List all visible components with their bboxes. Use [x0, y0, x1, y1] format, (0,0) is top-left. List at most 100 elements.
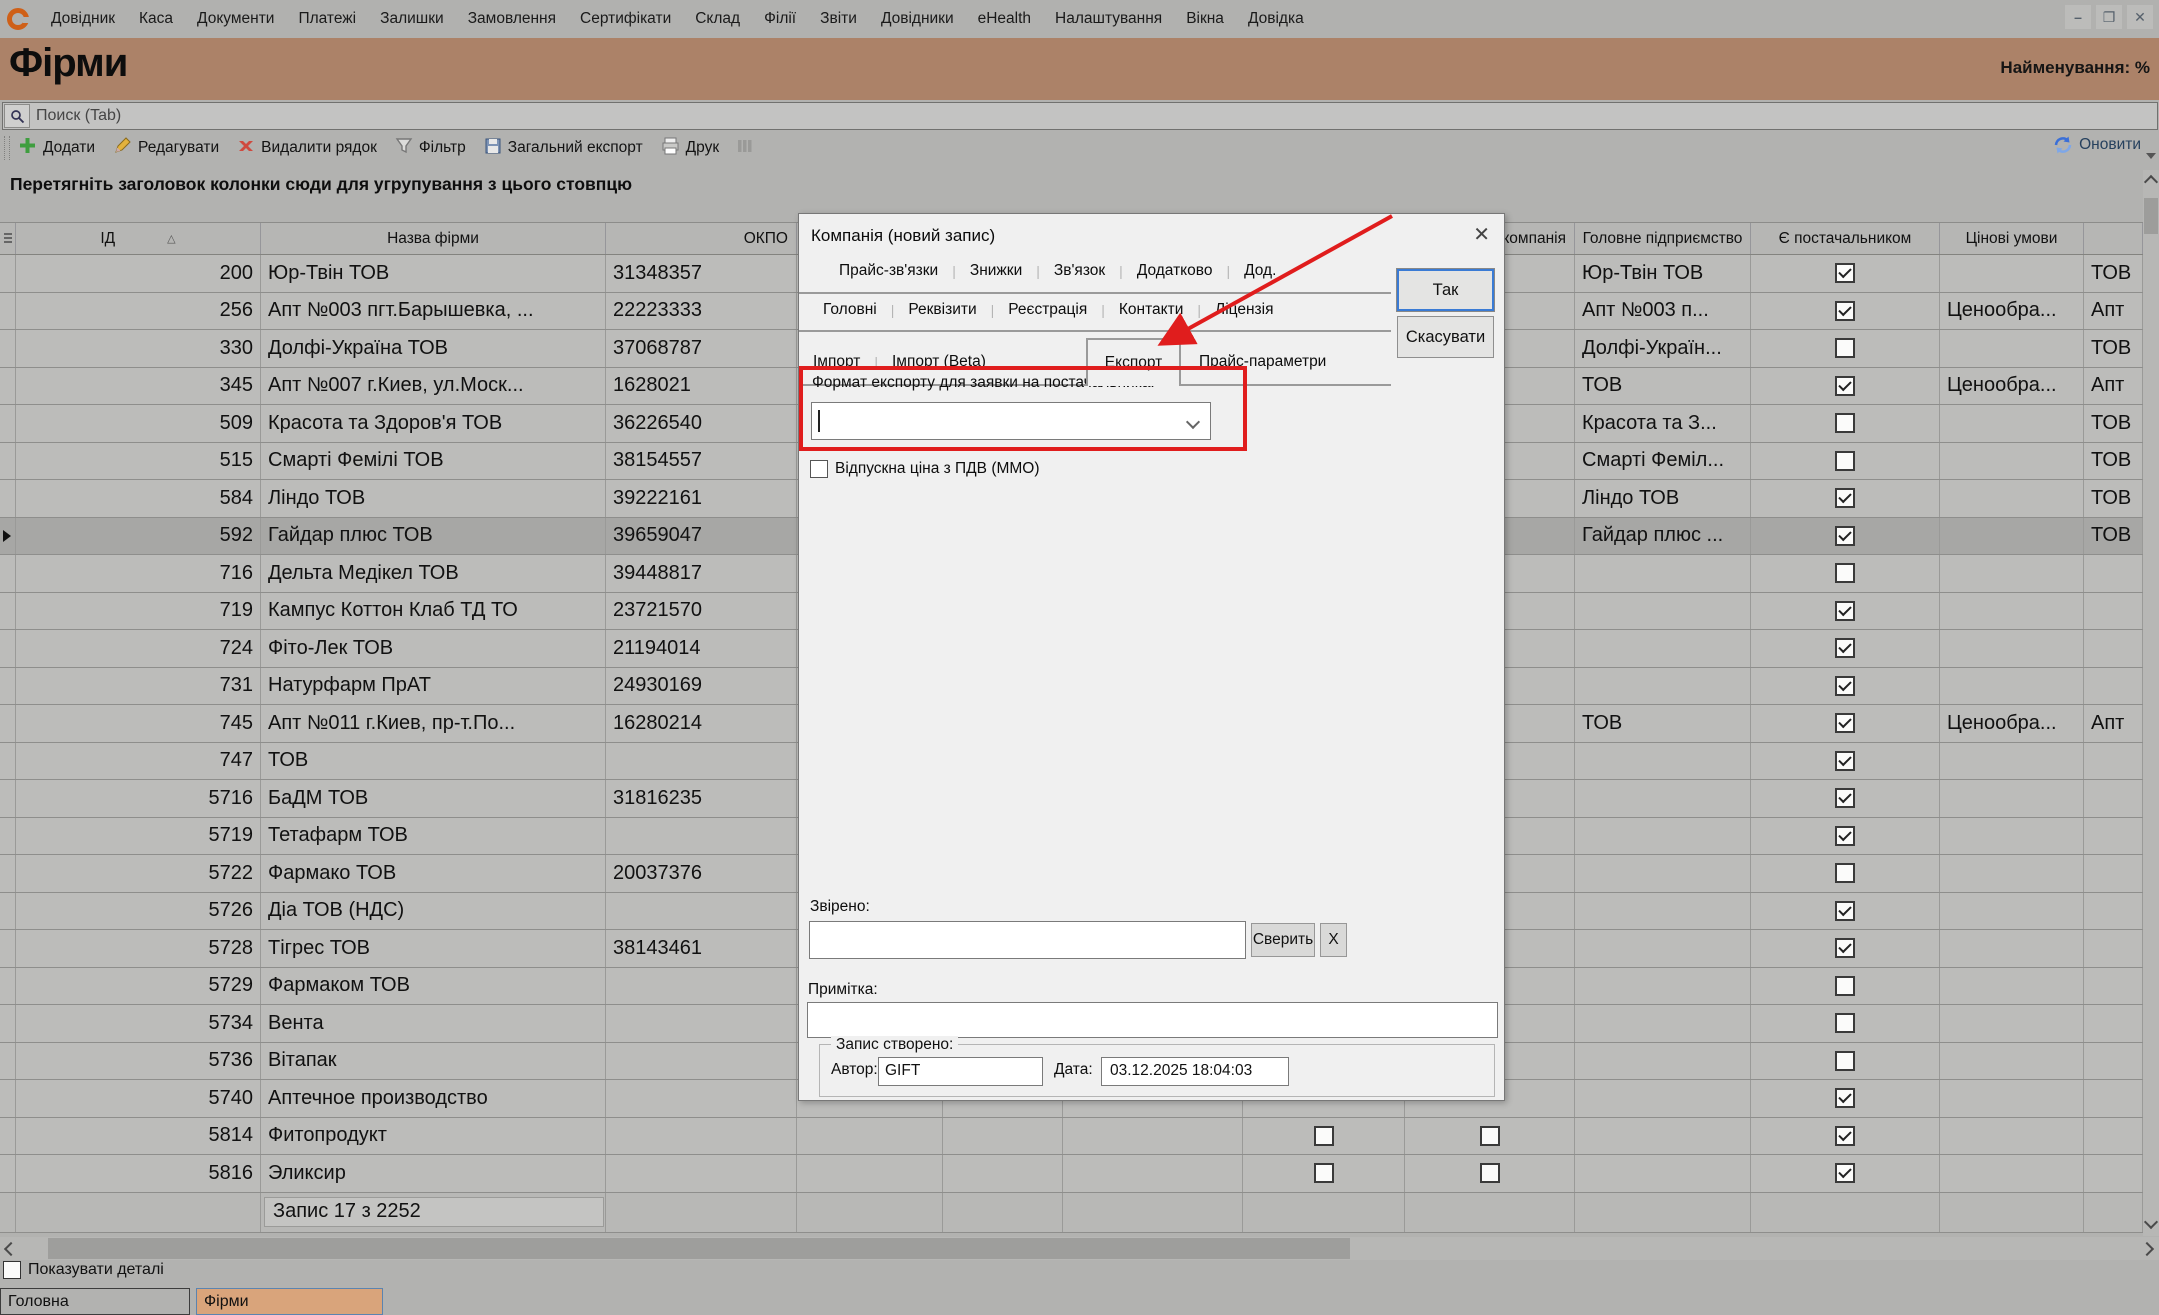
cell-okpo[interactable]: 21194014 [606, 630, 797, 667]
cell-parent[interactable] [1575, 1080, 1751, 1117]
cell-parent[interactable]: Гайдар плюс ... [1575, 518, 1751, 555]
restore-button[interactable]: ❐ [2096, 5, 2122, 29]
scroll-down-icon[interactable] [2143, 1212, 2159, 1232]
cell-name[interactable]: Діа ТОВ (НДС) [261, 893, 606, 930]
cell-okpo[interactable]: 39222161 [606, 480, 797, 517]
checkbox-cba-unchecked[interactable] [1314, 1126, 1334, 1146]
cell-type[interactable]: Апт [2084, 368, 2143, 405]
cell-id[interactable]: 5740 [16, 1080, 261, 1117]
cell-type[interactable] [2084, 1080, 2143, 1117]
cell-parent[interactable]: Юр-Твін ТОВ [1575, 255, 1751, 292]
checkbox-supplier-unchecked[interactable] [1835, 563, 1855, 583]
menu-item-4[interactable]: Платежі [286, 0, 368, 38]
cell-parent[interactable]: Красота та З... [1575, 405, 1751, 442]
cell-okpo[interactable] [606, 968, 797, 1005]
cell-id[interactable]: 5716 [16, 780, 261, 817]
checkbox-company-unchecked[interactable] [1480, 1126, 1500, 1146]
tab-r3r-1[interactable]: Прайс-параметри [1199, 353, 1326, 371]
tab-export[interactable]: Експорт [1086, 338, 1181, 386]
toolbar-button-Друк[interactable]: Друк [661, 137, 719, 160]
cell-parent[interactable] [1575, 855, 1751, 892]
refresh-button[interactable]: Оновити [2053, 135, 2141, 155]
cell-id[interactable]: 592 [16, 518, 261, 555]
horizontal-scroll-thumb[interactable] [48, 1238, 1350, 1259]
cell-h1[interactable] [797, 1155, 943, 1192]
cell-h2[interactable] [943, 1155, 1063, 1192]
cell-name[interactable]: ТОВ [261, 743, 606, 780]
cell-parent[interactable] [1575, 593, 1751, 630]
verified-field[interactable] [809, 921, 1246, 959]
cell-okpo[interactable] [606, 1043, 797, 1080]
cell-okpo[interactable]: 37068787 [606, 330, 797, 367]
cell-parent[interactable] [1575, 555, 1751, 592]
menu-item-13[interactable]: Налаштування [1043, 0, 1174, 38]
cell-ind[interactable] [0, 818, 16, 855]
bottom-tab-Головна[interactable]: Головна [0, 1288, 190, 1315]
cell-price[interactable] [1940, 668, 2084, 705]
cell-okpo[interactable]: 39448817 [606, 555, 797, 592]
menu-item-7[interactable]: Сертифікати [568, 0, 683, 38]
cell-name[interactable]: Апт №011 г.Киев, пр-т.По... [261, 705, 606, 742]
cell-parent[interactable] [1575, 1005, 1751, 1042]
cell-okpo[interactable]: 16280214 [606, 705, 797, 742]
vertical-scroll-thumb[interactable] [2144, 198, 2158, 234]
cell-ind[interactable] [0, 1118, 16, 1155]
cell-price[interactable] [1940, 1118, 2084, 1155]
cell-ind[interactable] [0, 330, 16, 367]
cell-price[interactable] [1940, 555, 2084, 592]
toolbar-button-Редагувати[interactable]: Редагувати [113, 136, 219, 160]
cell-type[interactable]: Апт [2084, 705, 2143, 742]
cell-okpo[interactable] [606, 818, 797, 855]
cell-price[interactable] [1940, 630, 2084, 667]
tab-r2-4[interactable]: Контакти [1119, 301, 1183, 319]
cell-type[interactable] [2084, 593, 2143, 630]
cell-type[interactable] [2084, 1043, 2143, 1080]
cell-ind[interactable] [0, 1043, 16, 1080]
cell-price[interactable] [1940, 330, 2084, 367]
note-field[interactable] [807, 1002, 1498, 1038]
cell-h3[interactable] [1063, 1155, 1243, 1192]
cell-name[interactable]: Ліндо ТОВ [261, 480, 606, 517]
cell-name[interactable]: Гайдар плюс ТОВ [261, 518, 606, 555]
menu-item-8[interactable]: Склад [683, 0, 752, 38]
menu-item-9[interactable]: Філії [752, 0, 808, 38]
checkbox-supplier-checked[interactable] [1835, 713, 1855, 733]
cell-ind[interactable] [0, 480, 16, 517]
cell-ind[interactable] [0, 968, 16, 1005]
cell-name[interactable]: Кампус Коттон Клаб ТД ТО [261, 593, 606, 630]
column-header-okpo[interactable]: ОКПО [606, 223, 797, 254]
cell-id[interactable]: 716 [16, 555, 261, 592]
checkbox-supplier-checked[interactable] [1835, 826, 1855, 846]
cell-id[interactable]: 200 [16, 255, 261, 292]
checkbox-supplier-checked[interactable] [1835, 788, 1855, 808]
cell-parent[interactable] [1575, 818, 1751, 855]
tab-r2-5[interactable]: Ліцензія [1215, 301, 1273, 319]
cell-price[interactable] [1940, 1043, 2084, 1080]
tab-r3-1[interactable]: Імпорт [813, 353, 860, 371]
checkbox-supplier-checked[interactable] [1835, 263, 1855, 283]
cell-id[interactable]: 509 [16, 405, 261, 442]
column-header-supplier[interactable]: Є постачальником [1751, 223, 1940, 254]
checkbox-supplier-checked[interactable] [1835, 376, 1855, 396]
cell-id[interactable]: 584 [16, 480, 261, 517]
menu-item-6[interactable]: Замовлення [456, 0, 568, 38]
column-header-price[interactable]: Цінові умови [1940, 223, 2084, 254]
cell-ind[interactable] [0, 1005, 16, 1042]
search-input[interactable]: Поиск (Tab) [2, 102, 2158, 130]
cell-id[interactable]: 256 [16, 293, 261, 330]
menu-item-14[interactable]: Вікна [1174, 0, 1236, 38]
cell-type[interactable] [2084, 630, 2143, 667]
cell-price[interactable]: Ценообра... [1940, 705, 2084, 742]
cell-price[interactable] [1940, 855, 2084, 892]
table-row-5814[interactable]: 5814Фитопродукт [0, 1118, 2143, 1156]
cell-id[interactable]: 5814 [16, 1118, 261, 1155]
cell-type[interactable]: ТОВ [2084, 480, 2143, 517]
cell-type[interactable]: ТОВ [2084, 518, 2143, 555]
cell-okpo[interactable]: 36226540 [606, 405, 797, 442]
cell-type[interactable] [2084, 555, 2143, 592]
checkbox-supplier-unchecked[interactable] [1835, 413, 1855, 433]
cell-parent[interactable] [1575, 1118, 1751, 1155]
cell-parent[interactable] [1575, 968, 1751, 1005]
cell-id[interactable]: 5816 [16, 1155, 261, 1192]
cell-price[interactable] [1940, 1005, 2084, 1042]
